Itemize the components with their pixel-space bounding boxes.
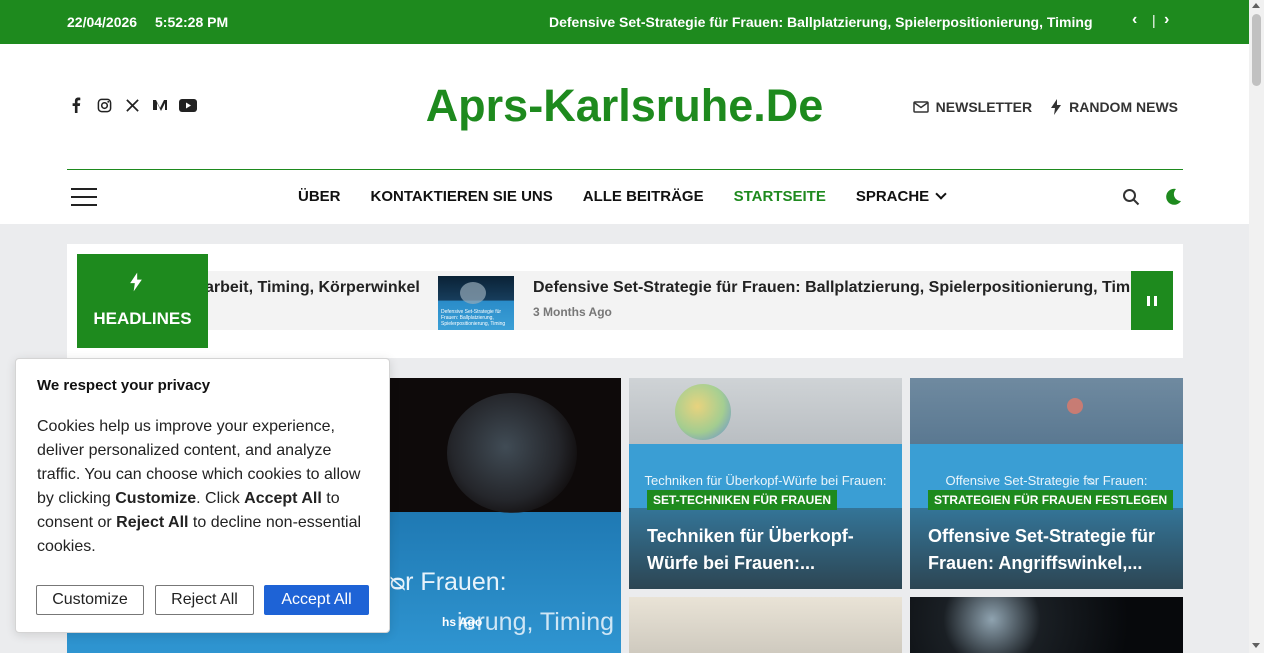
search-icon[interactable]	[1122, 188, 1140, 206]
nav-item-startseite[interactable]: STARTSEITE	[734, 188, 826, 205]
menu-toggle-button[interactable]	[71, 188, 97, 206]
headline-item-title[interactable]: Defensive Set-Strategie für Frauen: Ball…	[533, 279, 1154, 297]
top-ticker-headline[interactable]: Defensive Set-Strategie für Frauen: Ball…	[549, 14, 1093, 30]
moon-icon[interactable]	[1164, 187, 1182, 205]
post-card[interactable]	[910, 597, 1183, 653]
bolt-icon	[130, 272, 142, 292]
scroll-up-icon[interactable]	[1252, 3, 1260, 8]
cookie-reject-button[interactable]: Reject All	[155, 585, 254, 615]
ticker-separator: |	[1152, 12, 1156, 28]
headlines-strip: arbeit, Timing, Körperwinkel Defensive S…	[77, 271, 1173, 330]
post-title[interactable]: Techniken für Überkopf-Würfe bei Frauen:…	[647, 523, 892, 577]
card-image-caption: Offensive Set-Strategie fᴓr Frauen:	[945, 473, 1148, 488]
featured-post-date: hs Ago	[442, 615, 483, 629]
headline-item-title[interactable]: arbeit, Timing, Körperwinkel	[205, 279, 420, 297]
newsletter-link[interactable]: NEWSLETTER	[912, 99, 1033, 115]
cookie-consent-dialog: We respect your privacy Cookies help us …	[15, 358, 390, 633]
cookie-accept-button[interactable]: Accept All	[264, 585, 369, 615]
envelope-icon	[912, 101, 929, 113]
nav-item-sprache[interactable]: SPRACHE	[855, 188, 947, 205]
card-image-caption: Techniken für Überkopf-Würfe bei Frauen:	[644, 473, 887, 488]
main-nav: ÜBER KONTAKTIEREN SIE UNS ALLE BEITRÄGE …	[298, 188, 947, 205]
thumbnail-caption: Defensive Set-Strategie für Frauen: Ball…	[441, 309, 506, 327]
nav-item-kontakt[interactable]: KONTAKTIEREN SIE UNS	[371, 188, 553, 205]
headlines-label-box: HEADLINES	[77, 254, 208, 348]
nav-item-alle-beitraege[interactable]: ALLE BEITRÄGE	[583, 188, 704, 205]
headline-thumbnail[interactable]: Defensive Set-Strategie für Frauen: Ball…	[438, 276, 514, 330]
random-news-link[interactable]: RANDOM NEWS	[1050, 99, 1178, 115]
newsletter-label: NEWSLETTER	[935, 99, 1033, 115]
current-date: 22/04/2026	[67, 14, 138, 30]
cookie-heading: We respect your privacy	[37, 377, 211, 394]
nav-item-ueber[interactable]: ÜBER	[298, 188, 341, 205]
current-time: 5:52:28 PM	[155, 14, 229, 30]
post-card[interactable]	[629, 597, 902, 653]
scrollbar-thumb[interactable]	[1252, 14, 1261, 86]
post-card[interactable]: Offensive Set-Strategie fᴓr Frauen: ng S…	[910, 378, 1183, 589]
cookie-customize-button[interactable]: Customize	[36, 585, 144, 615]
headline-item-date: 3 Months Ago	[533, 305, 612, 319]
ticker-prev-button[interactable]: ‹	[1132, 11, 1137, 29]
headlines-label: HEADLINES	[93, 309, 192, 328]
chevron-down-icon	[935, 188, 947, 200]
random-news-label: RANDOM NEWS	[1069, 99, 1178, 115]
site-header: Aprs-Karlsruhe.De NEWSLETTER RANDOM NEWS…	[0, 44, 1249, 224]
nav-item-sprache-label: SPRACHE	[855, 188, 930, 205]
category-badge[interactable]: STRATEGIEN FÜR FRAUEN FESTLEGEN	[928, 490, 1174, 510]
page-scrollbar[interactable]	[1249, 0, 1264, 653]
scroll-down-icon[interactable]	[1252, 643, 1260, 648]
category-badge[interactable]: SET-TECHNIKEN FÜR FRAUEN	[647, 490, 838, 510]
post-card[interactable]: Techniken für Überkopf-Würfe bei Frauen:…	[629, 378, 902, 589]
headlines-pause-button[interactable]	[1131, 271, 1173, 330]
bolt-icon	[1051, 99, 1062, 115]
cookie-body: Cookies help us improve your experience,…	[37, 418, 362, 555]
header-links: NEWSLETTER RANDOM NEWS	[912, 99, 1178, 115]
top-bar: 22/04/2026 5:52:28 PM Defensive Set-Stra…	[0, 0, 1249, 44]
post-title[interactable]: Offensive Set-Strategie für Frauen: Angr…	[928, 523, 1173, 577]
ticker-next-button[interactable]: ›	[1164, 11, 1169, 29]
header-divider	[67, 169, 1183, 170]
